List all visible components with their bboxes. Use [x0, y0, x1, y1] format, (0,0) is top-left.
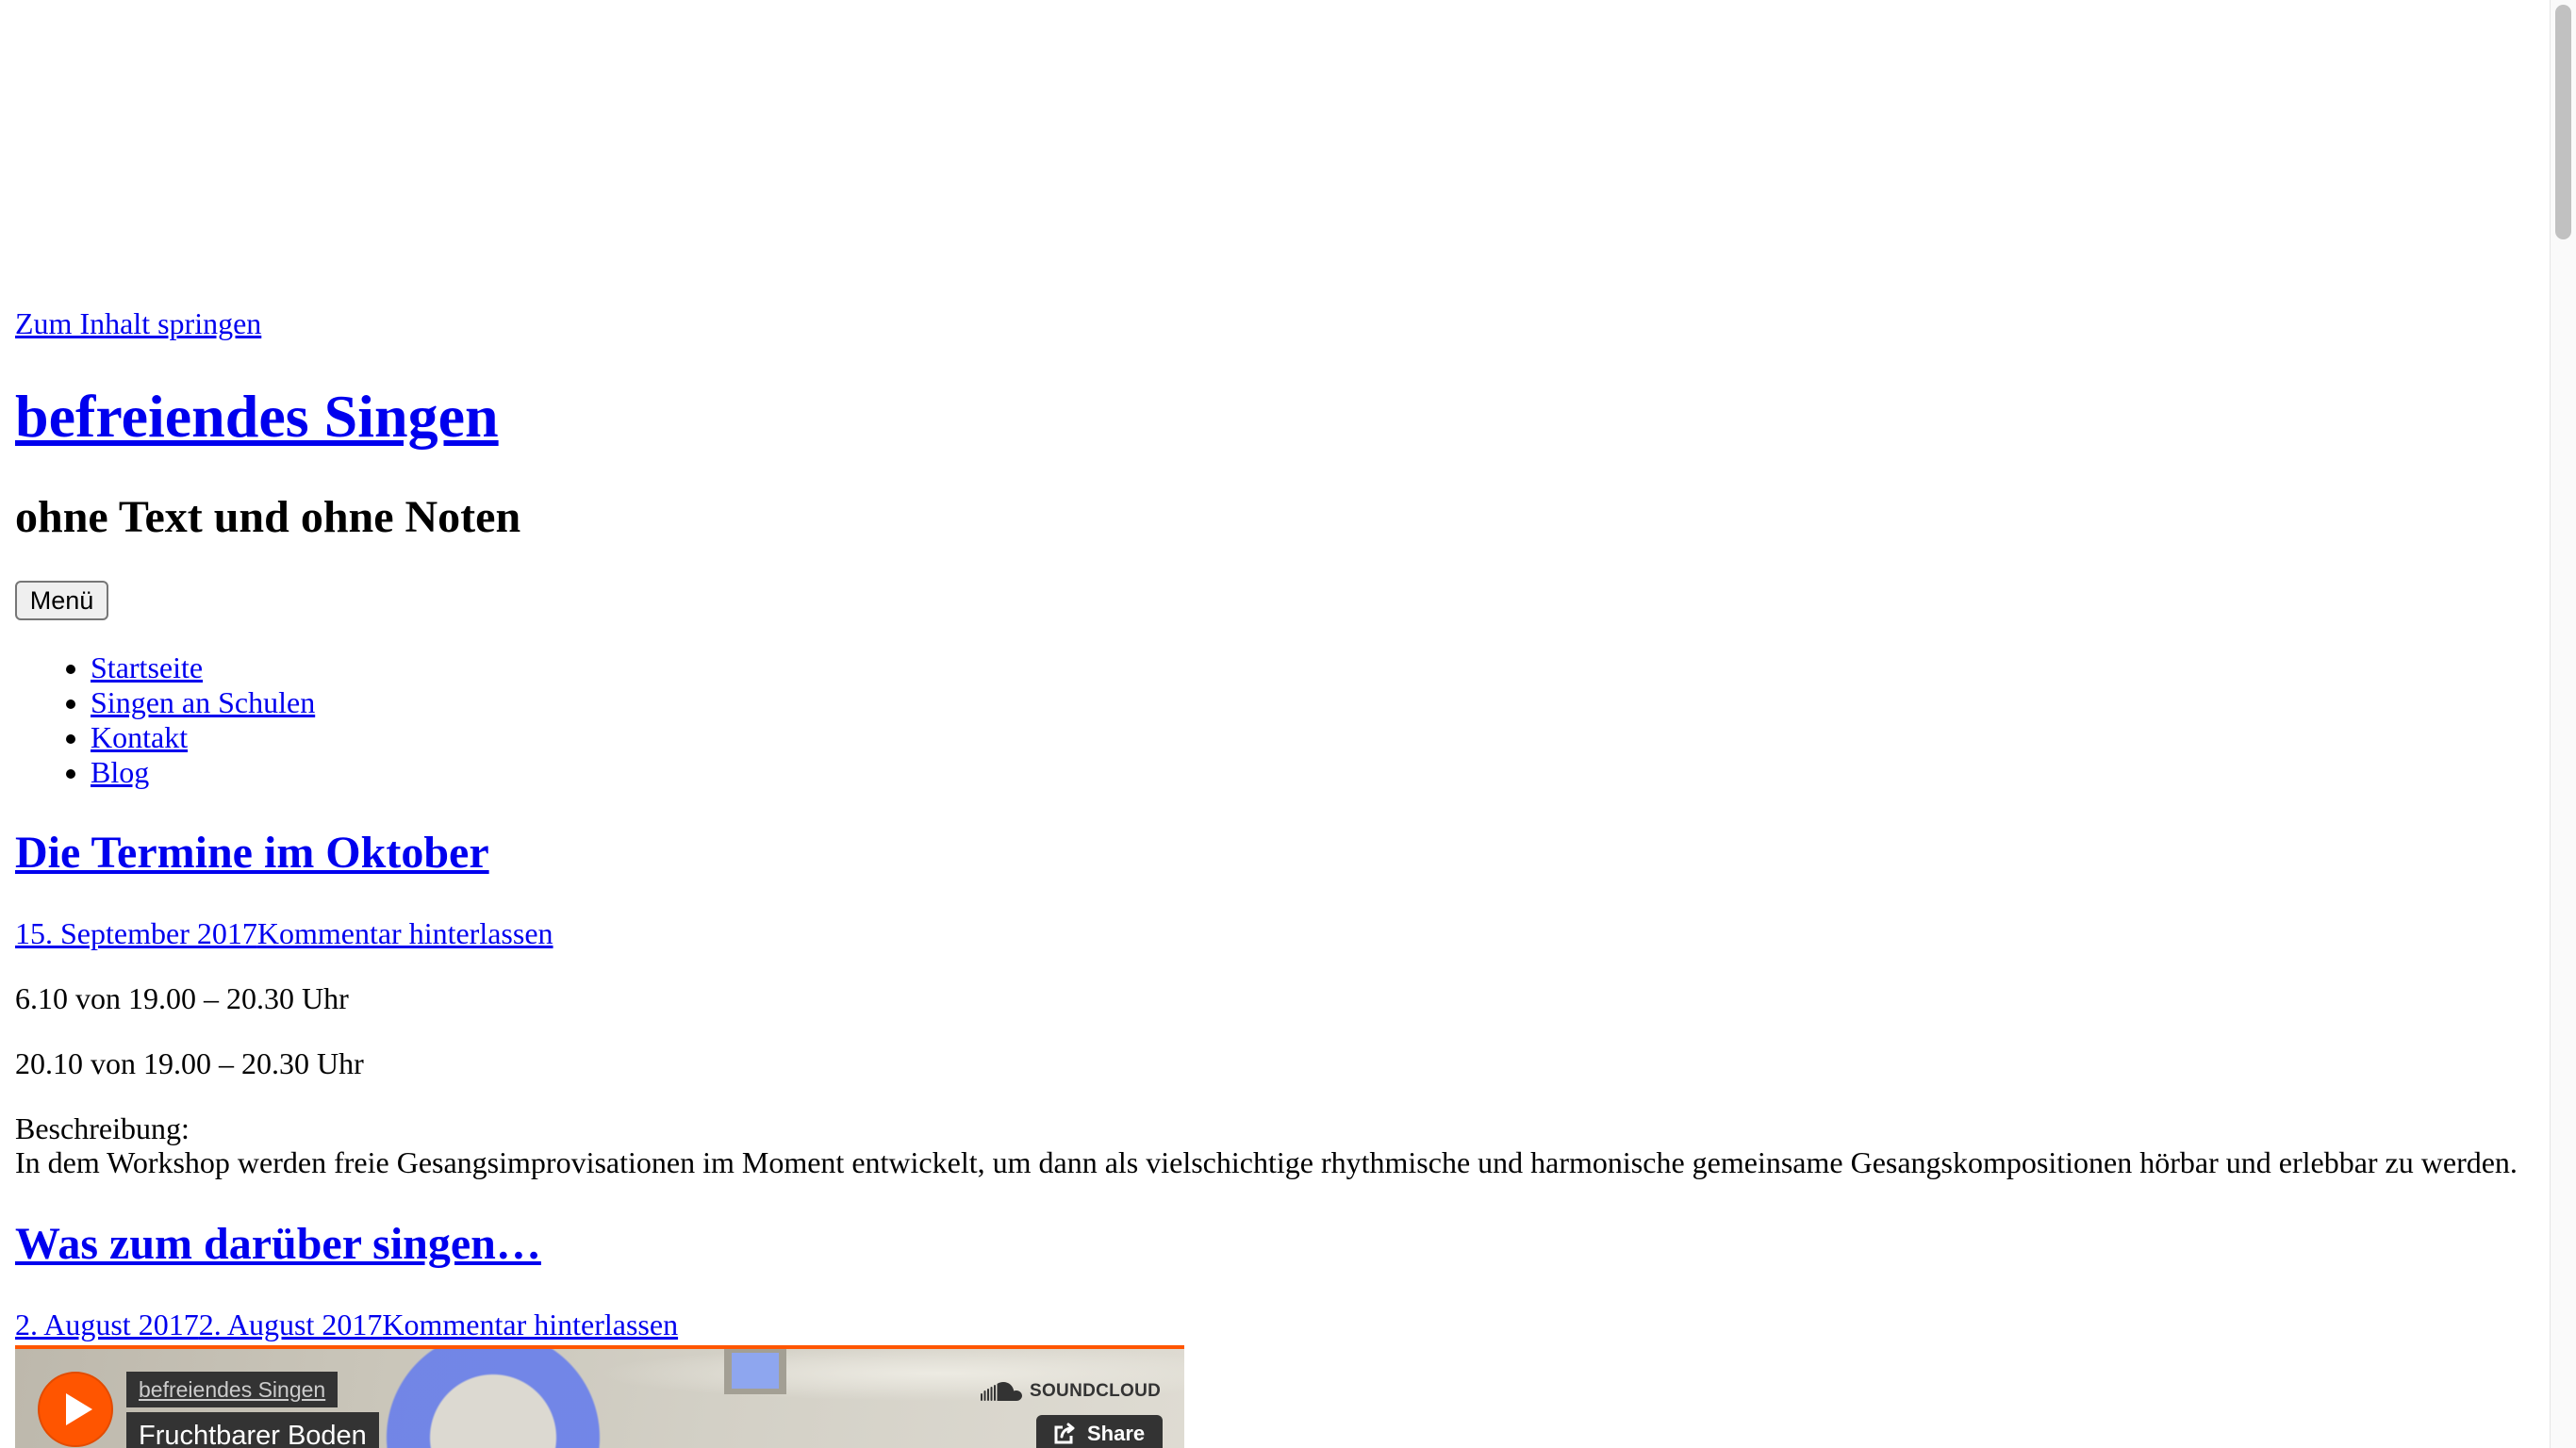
soundcloud-player: befreiendes Singen Fruchtbarer Boden SOU…	[15, 1344, 1184, 1448]
post-was-zum-darueber-singen: Was zum darüber singen… 2. August 20172.…	[15, 1218, 2535, 1448]
event-date-2: 20.10 von 19.00 – 20.30 Uhr	[15, 1045, 364, 1080]
description-text: In dem Workshop werden freie Gesangsimpr…	[15, 1145, 2518, 1180]
menu-toggle-button[interactable]: Menü	[15, 581, 108, 621]
post-title-link[interactable]: Was zum darüber singen…	[15, 1219, 541, 1269]
post-meta: 15. September 2017Kommentar hinterlassen	[15, 916, 2535, 951]
soundcloud-cloud-icon	[981, 1381, 1022, 1401]
nav-item-blog: Blog	[91, 755, 2535, 790]
leave-comment-link[interactable]: Kommentar hinterlassen	[257, 916, 553, 950]
page: Zum Inhalt springen befreiendes Singen o…	[0, 0, 2550, 1448]
post-title: Die Termine im Oktober	[15, 827, 2535, 879]
nav-link-singen-an-schulen[interactable]: Singen an Schulen	[91, 685, 315, 719]
track-title-link[interactable]: Fruchtbarer Boden	[126, 1411, 379, 1448]
post-date-link[interactable]: 2. August 2017	[15, 1308, 199, 1341]
skip-to-content-link[interactable]: Zum Inhalt springen	[15, 306, 261, 340]
play-icon	[66, 1392, 92, 1425]
post-meta: 2. August 20172. August 2017Kommentar hi…	[15, 1308, 2535, 1342]
nav-link-blog[interactable]: Blog	[91, 755, 149, 789]
primary-navigation: Startseite Singen an Schulen Kontakt Blo…	[15, 650, 2535, 789]
play-button[interactable]	[38, 1371, 113, 1447]
site-title-link[interactable]: befreiendes Singen	[15, 383, 499, 450]
post-date-link[interactable]: 15. September 2017	[15, 916, 257, 950]
share-button[interactable]: Share	[1036, 1414, 1163, 1448]
nav-link-startseite[interactable]: Startseite	[91, 650, 203, 684]
post-updated-link[interactable]: 2. August 2017	[199, 1308, 383, 1341]
nav-item-singen-an-schulen: Singen an Schulen	[91, 685, 2535, 720]
nav-item-kontakt: Kontakt	[91, 720, 2535, 755]
post-title-link[interactable]: Die Termine im Oktober	[15, 828, 489, 878]
main-content: Die Termine im Oktober 15. September 201…	[15, 827, 2535, 1448]
post-title: Was zum darüber singen…	[15, 1218, 2535, 1270]
description-paragraph: Beschreibung: In dem Workshop werden frei…	[15, 1111, 2535, 1181]
site-description: ohne Text und ohne Noten	[15, 492, 521, 543]
soundcloud-wordmark: SOUNDCLOUD	[1030, 1380, 1162, 1401]
soundcloud-logo-link[interactable]: SOUNDCLOUD	[981, 1379, 1162, 1404]
share-label: Share	[1087, 1421, 1146, 1445]
scrollbar-thumb[interactable]	[2555, 5, 2571, 239]
event-date-1: 6.10 von 19.00 – 20.30 Uhr	[15, 980, 349, 1015]
leave-comment-link[interactable]: Kommentar hinterlassen	[382, 1308, 678, 1341]
soundcloud-top-bar	[15, 1344, 1184, 1349]
menu-toggle-row: Menü	[15, 581, 2535, 621]
header-media	[15, 15, 2535, 306]
nav-item-startseite: Startseite	[91, 650, 2535, 685]
site-title: befreiendes Singen	[15, 382, 2535, 452]
skip-link-row: Zum Inhalt springen	[15, 306, 2535, 341]
browser-viewport: Zum Inhalt springen befreiendes Singen o…	[0, 0, 2550, 1448]
nav-link-kontakt[interactable]: Kontakt	[91, 720, 188, 754]
description-label: Beschreibung:	[15, 1111, 190, 1145]
vertical-scrollbar[interactable]	[2550, 0, 2576, 1448]
artist-link[interactable]: befreiendes Singen	[126, 1371, 339, 1407]
share-icon	[1054, 1423, 1075, 1444]
post-termine-oktober: Die Termine im Oktober 15. September 201…	[15, 827, 2535, 1180]
post-content: 6.10 von 19.00 – 20.30 Uhr 20.10 von 19.…	[15, 981, 2535, 1180]
nav-list: Startseite Singen an Schulen Kontakt Blo…	[15, 650, 2535, 789]
